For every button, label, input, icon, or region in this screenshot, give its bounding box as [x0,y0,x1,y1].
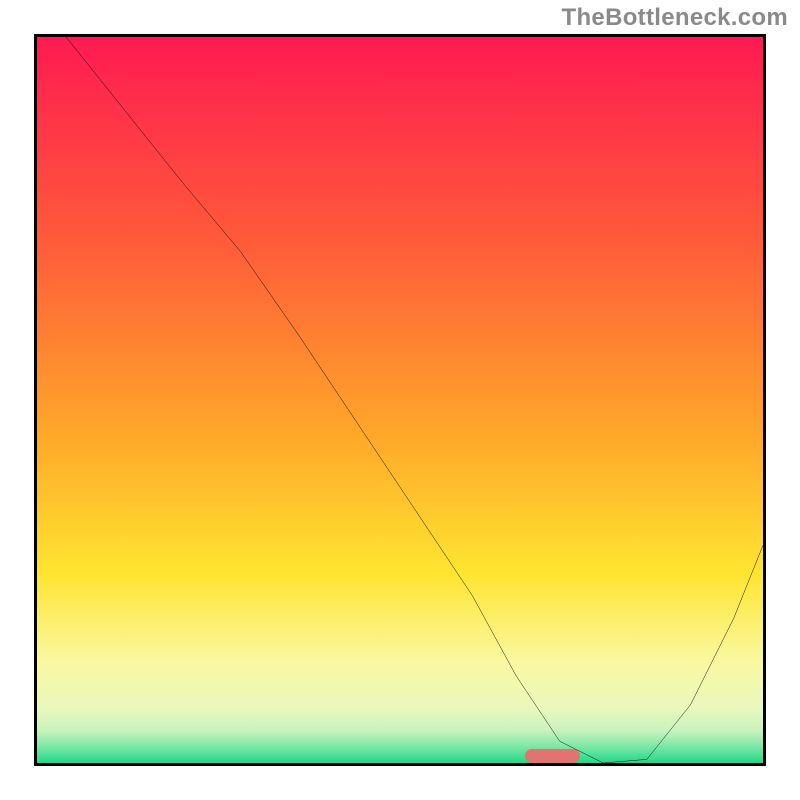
figure-container: TheBottleneck.com [0,0,800,800]
bottleneck-curve [37,37,763,763]
attribution-text: TheBottleneck.com [562,4,788,32]
plot-area [34,34,766,766]
optimal-range-marker [525,749,579,763]
